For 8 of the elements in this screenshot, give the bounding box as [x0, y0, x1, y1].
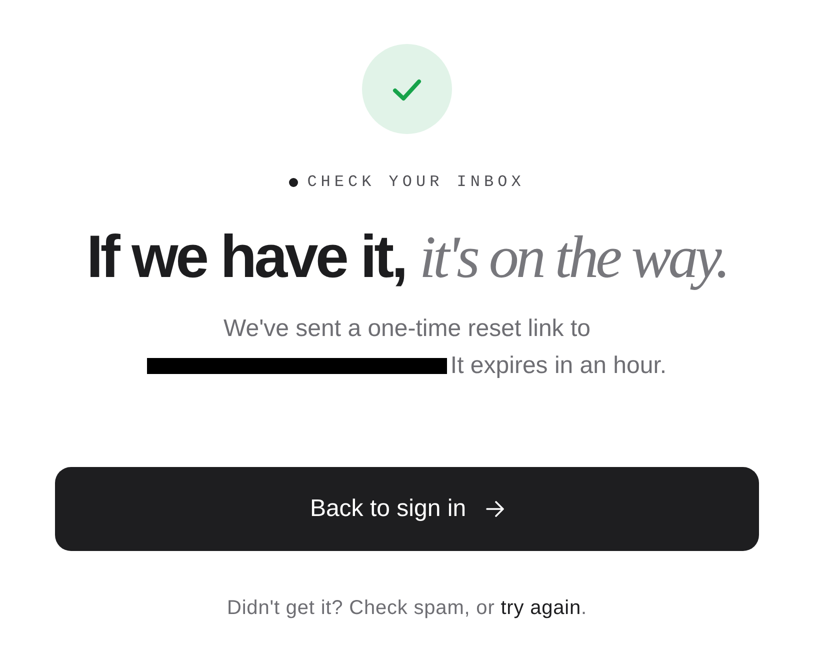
body-text: We've sent a one-time reset link to [224, 314, 590, 344]
help-text: Didn't get it? Check spam, or try again. [227, 596, 587, 620]
try-again-link[interactable]: try again [500, 597, 582, 619]
body-text: It expires in an hour. [450, 351, 667, 381]
arrow-right-icon [486, 501, 504, 517]
back-to-sign-in-button[interactable]: Back to sign in [55, 467, 759, 551]
check-icon [362, 44, 452, 134]
eyebrow-label: CHECK YOUR INBOX [307, 172, 525, 192]
